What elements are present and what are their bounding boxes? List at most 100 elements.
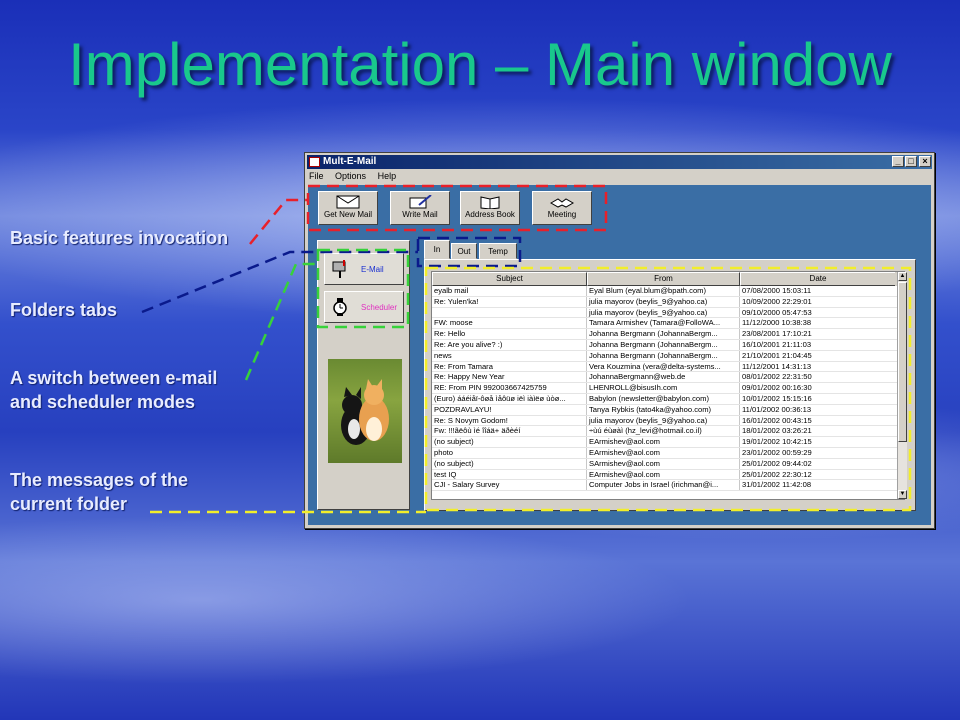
table-row[interactable]: FW: moose Tamara Armishev (Tamara@FolloWA… xyxy=(432,318,904,330)
cell-from: Vera Kouzmina (vera@delta-systems... xyxy=(587,361,740,372)
menu-options[interactable]: Options xyxy=(335,171,366,181)
table-row[interactable]: Re: Are you alive? :) Johanna Bergmann (J… xyxy=(432,339,904,351)
cell-date: 18/01/2002 03:26:21 xyxy=(742,426,812,436)
table-row[interactable]: Re: Happy New Year JohannaBergmann@web.de… xyxy=(432,372,904,384)
book-icon xyxy=(461,192,519,210)
cell-from: ÷ùú éùøàì (hz_levi@hotmail.co.il) xyxy=(587,426,740,437)
scheduler-mode-button[interactable]: Scheduler xyxy=(324,291,404,323)
cell-subject xyxy=(432,307,587,318)
meeting-label: Meeting xyxy=(547,210,577,219)
close-button[interactable]: × xyxy=(919,156,931,167)
cell-date: 10/09/2000 22:29:01 xyxy=(742,296,812,306)
tab-out[interactable]: Out xyxy=(451,243,477,259)
cell-from: julia mayorov (beylis_9@yahoo.ca) xyxy=(587,415,740,426)
cell-from: Tanya Rybkis (tato4ka@yahoo.com) xyxy=(587,404,740,415)
callout-messages-line2: current folder xyxy=(10,494,128,514)
table-row[interactable]: news Johanna Bergmann (JohannaBergm... 21/… xyxy=(432,350,904,362)
column-from[interactable]: From xyxy=(587,272,740,286)
cell-subject: POZDRAVLAYU! xyxy=(432,404,587,415)
cell-date: 25/01/2002 09:44:02 xyxy=(742,458,812,468)
cell-subject: news xyxy=(432,350,587,361)
cell-from: Babylon (newsletter@babylon.com) xyxy=(587,393,740,404)
mailbox-icon xyxy=(331,259,349,279)
cell-subject: Re: Are you alive? :) xyxy=(432,339,587,350)
cell-subject: eyalb mail xyxy=(432,286,587,296)
maximize-button[interactable]: □ xyxy=(905,156,917,167)
cell-subject: photo xyxy=(432,447,587,458)
table-row[interactable]: Re: Yulen'ka! julia mayorov (beylis_9@yah… xyxy=(432,296,904,308)
cell-from: JohannaBergmann@web.de xyxy=(587,372,740,383)
get-new-mail-button[interactable]: Get New Mail xyxy=(318,191,378,225)
title-bar[interactable]: Mult-E-Mail _ □ × xyxy=(307,155,932,169)
messages-table: Subject From Date eyalb mail Eyal Blum (e… xyxy=(431,271,905,500)
handshake-icon xyxy=(533,192,591,210)
cell-subject: Re: From Tamara xyxy=(432,361,587,372)
messages-rows: eyalb mail Eyal Blum (eyal.blum@bpath.com… xyxy=(432,286,904,492)
column-date[interactable]: Date xyxy=(740,272,895,286)
tab-in[interactable]: In xyxy=(424,240,450,259)
menu-bar: File Options Help xyxy=(309,171,405,185)
menu-file[interactable]: File xyxy=(309,171,324,181)
cell-from: Johanna Bergmann (JohannaBergm... xyxy=(587,339,740,350)
table-row[interactable]: eyalb mail Eyal Blum (eyal.blum@bpath.com… xyxy=(432,286,904,297)
mode-panel: E-Mail Scheduler xyxy=(317,240,410,510)
address-book-button[interactable]: Address Book xyxy=(460,191,520,225)
email-mode-button[interactable]: E-Mail xyxy=(324,253,404,285)
cats-photo xyxy=(328,359,402,463)
get-new-mail-label: Get New Mail xyxy=(323,210,372,219)
table-row[interactable]: CJI - Salary Survey Computer Jobs in Isra… xyxy=(432,480,904,492)
cell-from: julia mayorov (beylis_9@yahoo.ca) xyxy=(587,307,740,318)
slide-title: Implementation – Main window xyxy=(68,31,892,98)
table-row[interactable]: (no subject) SArmishev@aol.com 25/01/2002 … xyxy=(432,458,904,470)
table-row[interactable]: test IQ EArmishev@aol.com 25/01/2002 22:30… xyxy=(432,469,904,481)
table-row[interactable]: Fw: !!!ãëôù ìé îîáä+ äðèéí ÷ùú éùøàì (hz_… xyxy=(432,426,904,438)
clock-icon xyxy=(331,297,349,317)
table-row[interactable]: julia mayorov (beylis_9@yahoo.ca) 09/10/2… xyxy=(432,307,904,319)
cell-date: 19/01/2002 10:42:15 xyxy=(742,437,812,447)
scroll-thumb[interactable] xyxy=(898,282,907,442)
menu-help[interactable]: Help xyxy=(378,171,397,181)
cell-subject: Re: Yulen'ka! xyxy=(432,296,587,307)
table-row[interactable]: (Euro) ááéiåï-ôøå ìåôüø iëì iàìëø ùòø...… xyxy=(432,393,904,405)
cell-subject: Re: Happy New Year xyxy=(432,372,587,383)
cell-date: 16/10/2001 21:11:03 xyxy=(742,339,812,349)
meeting-button[interactable]: Meeting xyxy=(532,191,592,225)
callout-folders-tabs: Folders tabs xyxy=(10,300,118,320)
messages-header: Subject From Date xyxy=(432,272,904,286)
cell-date: 11/12/2000 10:38:38 xyxy=(742,318,812,328)
cell-subject: Re: S Novym Godom! xyxy=(432,415,587,426)
column-subject[interactable]: Subject xyxy=(432,272,587,286)
cell-from: SArmishev@aol.com xyxy=(587,458,740,469)
cell-subject: FW: moose xyxy=(432,318,587,329)
cell-date: 10/01/2002 15:15:16 xyxy=(742,393,812,403)
table-row[interactable]: Re: Hello Johanna Bergmann (JohannaBergm.… xyxy=(432,329,904,340)
cell-date: 11/01/2002 00:36:13 xyxy=(742,404,812,414)
cell-from: Tamara Armishev (Tamara@FolloWA... xyxy=(587,318,740,329)
callout-messages: The messages of the current folder xyxy=(10,468,188,516)
table-row[interactable]: POZDRAVLAYU! Tanya Rybkis (tato4ka@yahoo.… xyxy=(432,404,904,416)
cell-from: Computer Jobs in Israel (irichman@i... xyxy=(587,480,740,491)
table-row[interactable]: RE: From PIN 992003667425759 LHENROLL@bis… xyxy=(432,383,904,394)
vertical-scrollbar[interactable]: ▲ ▼ xyxy=(897,272,907,499)
tab-temp[interactable]: Temp xyxy=(479,243,517,259)
table-row[interactable]: Re: S Novym Godom! julia mayorov (beylis_… xyxy=(432,415,904,427)
cell-subject: RE: From PIN 992003667425759 xyxy=(432,383,587,393)
scroll-down-icon[interactable]: ▼ xyxy=(898,490,907,499)
table-row[interactable]: (no subject) EArmishev@aol.com 19/01/2002 … xyxy=(432,437,904,448)
cell-subject: Fw: !!!ãëôù ìé îîáä+ äðèéí xyxy=(432,426,587,437)
app-icon xyxy=(309,157,320,167)
table-row[interactable]: Re: From Tamara Vera Kouzmina (vera@delta… xyxy=(432,361,904,373)
minimize-button[interactable]: _ xyxy=(892,156,904,167)
cell-date: 07/08/2000 15:03:11 xyxy=(742,286,812,295)
scroll-up-icon[interactable]: ▲ xyxy=(898,272,907,281)
cell-from: EArmishev@aol.com xyxy=(587,447,740,458)
cell-date: 09/10/2000 05:47:53 xyxy=(742,307,812,317)
cell-from: EArmishev@aol.com xyxy=(587,437,740,447)
cell-subject: (no subject) xyxy=(432,437,587,447)
table-row[interactable]: photo EArmishev@aol.com 23/01/2002 00:59:2… xyxy=(432,447,904,459)
messages-panel: Subject From Date eyalb mail Eyal Blum (e… xyxy=(424,259,916,511)
callout-mode-switch-line2: and scheduler modes xyxy=(10,392,196,412)
scheduler-mode-label: Scheduler xyxy=(361,303,398,312)
callout-mode-switch-line1: A switch between e-mail xyxy=(10,368,218,388)
write-mail-button[interactable]: Write Mail xyxy=(390,191,450,225)
